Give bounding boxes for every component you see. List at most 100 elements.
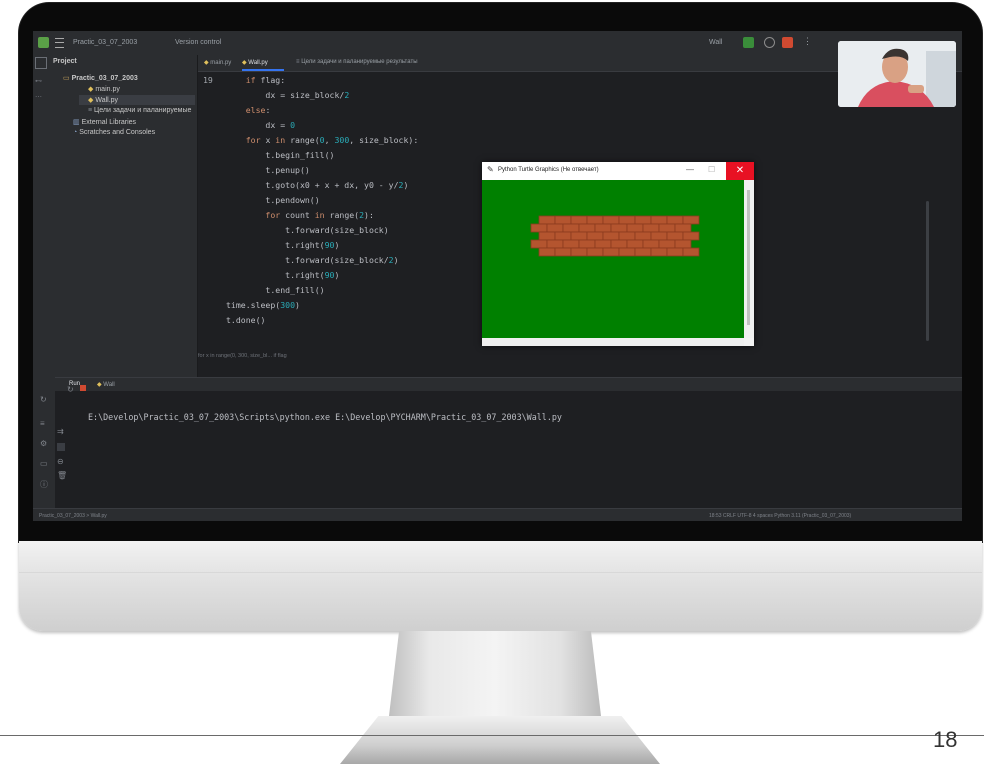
tree-item-wall[interactable]: ◆ Wall.py xyxy=(88,96,118,104)
code-line[interactable]: time.sleep(300) xyxy=(226,300,300,310)
structure-tool-icon[interactable]: ⊷ xyxy=(35,77,42,85)
code-line[interactable]: t.right(90) xyxy=(226,240,339,250)
run-config-tab[interactable]: ◆ Wall xyxy=(97,381,115,388)
brick xyxy=(578,239,596,249)
debug-icon[interactable] xyxy=(764,37,775,48)
brick xyxy=(602,231,620,241)
brick xyxy=(546,223,564,233)
tree-item-main[interactable]: ◆ main.py xyxy=(88,85,120,93)
brick xyxy=(618,215,636,225)
project-title[interactable]: Practic_03_07_2003 xyxy=(73,39,137,46)
brick xyxy=(530,223,548,233)
brick xyxy=(546,239,564,249)
close-icon[interactable]: ✕ xyxy=(726,162,754,180)
print-icon[interactable] xyxy=(57,443,65,451)
brick xyxy=(554,231,572,241)
ide-titlebar: Practic_03_07_2003 Version control Wall … xyxy=(33,31,962,55)
rerun-icon[interactable]: ↻ xyxy=(40,395,47,404)
code-line[interactable]: if flag: xyxy=(226,75,285,85)
brick xyxy=(602,247,620,257)
brick xyxy=(570,215,588,225)
brick xyxy=(586,231,604,241)
horizontal-scrollbar[interactable] xyxy=(482,338,744,346)
line-number: 19 xyxy=(203,75,213,85)
code-line[interactable]: t.right(90) xyxy=(226,270,339,280)
brick xyxy=(626,223,644,233)
brick xyxy=(634,247,652,257)
library-icon: ▥ xyxy=(73,119,80,126)
problems-icon[interactable]: ⓘ xyxy=(40,479,48,490)
tab-wall-py[interactable]: ◆ Wall.py xyxy=(242,59,284,71)
brick xyxy=(602,215,620,225)
code-line[interactable]: t.begin_fill() xyxy=(226,150,334,160)
tab-main-py[interactable]: ◆ main.py xyxy=(204,59,231,66)
breadcrumb[interactable]: for x in range(0, 300, size_bl... if fla… xyxy=(198,353,287,359)
code-line[interactable]: for x in range(0, 300, size_block): xyxy=(226,135,419,145)
scroll-end-icon[interactable]: ≡ xyxy=(40,419,45,428)
brick xyxy=(618,247,636,257)
code-line[interactable]: t.penup() xyxy=(226,165,309,175)
vcs-menu[interactable]: Version control xyxy=(175,39,221,46)
brick xyxy=(594,239,612,249)
turtle-window-title: Python Turtle Graphics (Не отвечает) xyxy=(498,167,599,173)
brick xyxy=(674,239,692,249)
tree-item-scratches[interactable]: ◔ Scratches and Consoles xyxy=(73,129,155,136)
more-tools-icon[interactable]: ⋯ xyxy=(35,93,42,101)
code-line[interactable]: dx = size_block/2 xyxy=(226,90,349,100)
tree-item-external-libraries[interactable]: ▥ External Libraries xyxy=(73,118,136,126)
code-line[interactable]: for count in range(2): xyxy=(226,210,373,220)
settings-icon[interactable]: ⚙ xyxy=(40,439,47,448)
run-side-toolbar: ↻ ≡ ⚙ ▭ ⓘ xyxy=(33,377,55,508)
brick xyxy=(626,239,644,249)
text-file-icon: ≡ xyxy=(88,107,93,114)
project-panel-title: Project xyxy=(53,58,77,65)
editor-scrollbar[interactable] xyxy=(926,201,929,341)
restart-icon[interactable]: ↻ xyxy=(67,385,74,394)
maximize-icon[interactable]: ☐ xyxy=(708,165,715,174)
scratch-icon: ◔ xyxy=(73,129,78,136)
minimize-icon[interactable]: — xyxy=(686,165,694,174)
code-line[interactable]: t.forward(size_block) xyxy=(226,225,389,235)
code-line[interactable]: t.forward(size_block/2) xyxy=(226,255,398,265)
code-line[interactable]: dx = 0 xyxy=(226,120,295,130)
tree-item-project[interactable]: ▭ Practic_03_07_2003 xyxy=(63,74,138,82)
screen: Practic_03_07_2003 Version control Wall … xyxy=(33,31,962,521)
brick xyxy=(650,215,668,225)
code-line[interactable]: else: xyxy=(226,105,271,115)
turtle-window[interactable]: ✎ Python Turtle Graphics (Не отвечает) —… xyxy=(482,162,754,346)
brick xyxy=(530,239,548,249)
feather-icon: ✎ xyxy=(487,165,494,174)
code-line[interactable]: t.done() xyxy=(226,315,265,325)
status-info[interactable]: 18:53 CRLF UTF-8 4 spaces Python 3.11 (P… xyxy=(709,513,851,519)
stop-run-icon[interactable] xyxy=(80,385,86,391)
tab-goals[interactable]: ≡ Цели задачи и паланируемые результаты xyxy=(296,59,418,65)
brick xyxy=(682,231,700,241)
run-config-select[interactable]: Wall xyxy=(709,39,722,46)
soft-wrap-icon[interactable]: ⇉ xyxy=(57,427,64,436)
run-icon[interactable] xyxy=(743,37,754,48)
code-line[interactable]: t.goto(x0 + x + dx, y0 - y/2) xyxy=(226,180,408,190)
project-tool-icon[interactable] xyxy=(35,57,47,69)
brick xyxy=(618,231,636,241)
brick xyxy=(658,239,676,249)
turtle-titlebar[interactable]: ✎ Python Turtle Graphics (Не отвечает) —… xyxy=(482,162,754,180)
code-line[interactable]: t.end_fill() xyxy=(226,285,324,295)
more-options-icon[interactable]: ⋮ xyxy=(803,36,812,47)
brick xyxy=(634,215,652,225)
run-console[interactable] xyxy=(33,391,962,508)
status-breadcrumb[interactable]: Practic_03_07_2003 > Wall.py xyxy=(39,513,107,519)
code-line[interactable]: t.pendown() xyxy=(226,195,319,205)
hamburger-menu-icon[interactable] xyxy=(55,38,64,48)
project-panel: ⊷ ⋯ Project ▭ Practic_03_07_2003 ◆ main.… xyxy=(33,55,198,377)
tree-item-goals[interactable]: ≡ Цели задачи и паланируемые xyxy=(88,107,191,114)
stop-icon[interactable] xyxy=(782,37,793,48)
vertical-scrollbar[interactable] xyxy=(744,180,754,338)
clear-icon[interactable]: ⊖ xyxy=(57,457,64,466)
terminal-icon[interactable]: ▭ xyxy=(40,459,48,468)
python-file-icon: ◆ xyxy=(88,86,94,93)
trash-icon[interactable]: 🗑 xyxy=(57,471,67,480)
brick xyxy=(666,215,684,225)
brick xyxy=(658,223,676,233)
turtle-canvas xyxy=(482,180,744,338)
brick xyxy=(666,231,684,241)
